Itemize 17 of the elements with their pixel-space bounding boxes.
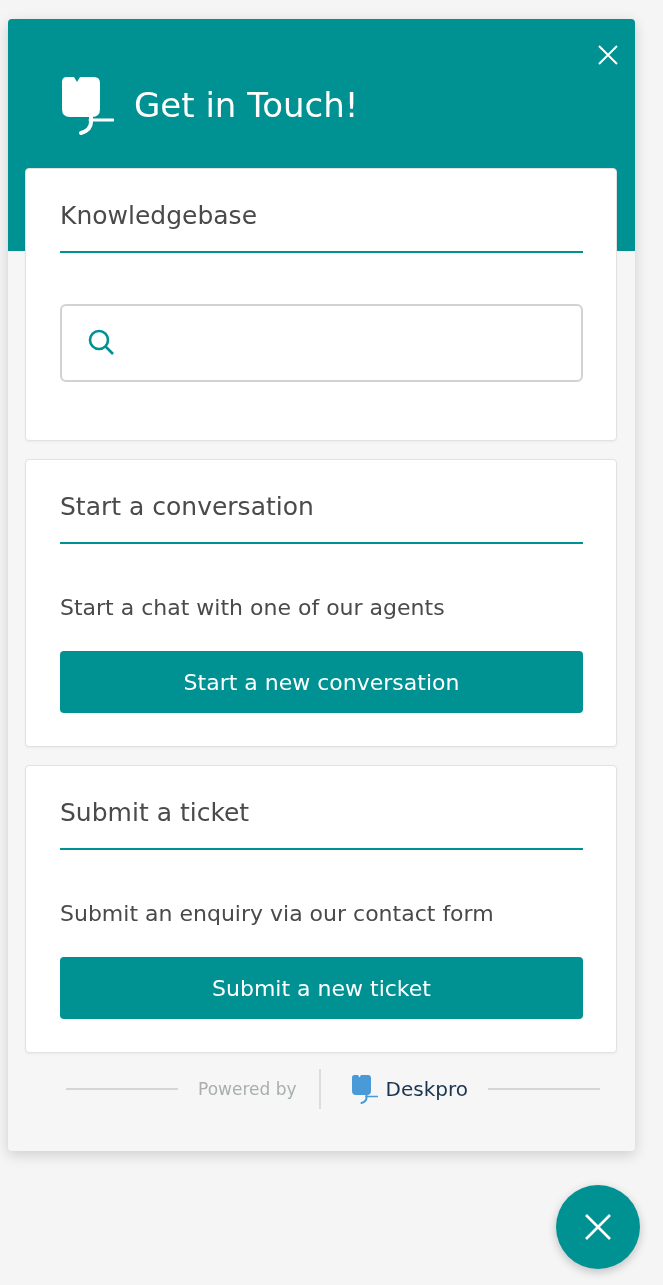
section-description: Submit an enquiry via our contact form xyxy=(60,900,495,928)
action-button[interactable]: Submit a new ticket xyxy=(60,957,583,1019)
section-title: Knowledgebase xyxy=(60,198,583,253)
elephant-icon xyxy=(60,75,114,135)
elephant-icon xyxy=(350,1074,378,1104)
close-button[interactable] xyxy=(556,1185,640,1269)
close-icon xyxy=(598,45,618,65)
close-icon xyxy=(585,1214,611,1240)
search-field[interactable] xyxy=(60,304,583,382)
section-title: Start a conversation xyxy=(60,489,583,544)
widget-title: Get in Touch! xyxy=(134,85,359,125)
search-icon xyxy=(88,329,114,357)
section-description: Start a chat with one of our agents xyxy=(60,594,446,622)
powered-by-label: Powered by xyxy=(198,1079,297,1099)
brand-name[interactable]: Deskpro xyxy=(385,1077,468,1101)
section-title: Submit a ticket xyxy=(60,795,583,850)
action-button[interactable]: Start a new conversation xyxy=(60,651,583,713)
